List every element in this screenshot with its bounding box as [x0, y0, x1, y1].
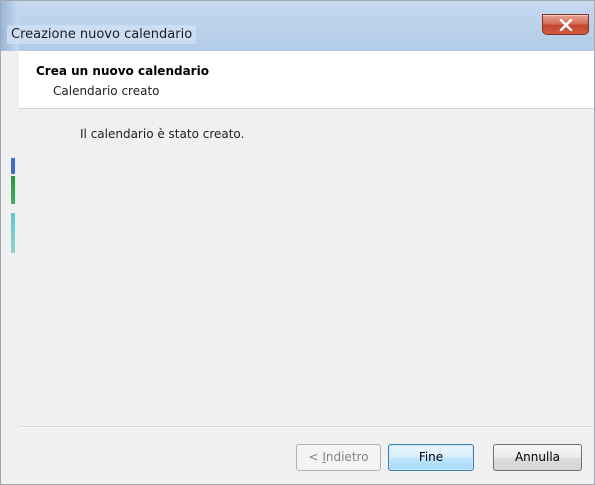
wizard-title: Crea un nuovo calendario: [36, 64, 209, 78]
window-title: Creazione nuovo calendario: [7, 25, 197, 44]
wizard-header: Crea un nuovo calendario Calendario crea…: [19, 51, 594, 109]
footer-separator: [19, 426, 594, 428]
back-button[interactable]: < Indietro: [296, 444, 381, 471]
left-background-strip: [1, 108, 19, 428]
back-button-prefix: <: [308, 450, 323, 464]
title-bar[interactable]: Creazione nuovo calendario: [1, 1, 594, 51]
close-button[interactable]: [542, 14, 589, 35]
background-accent: [11, 176, 15, 204]
wizard-subtitle: Calendario creato: [53, 84, 160, 98]
dialog-window: Creazione nuovo calendario Crea un nuovo…: [0, 0, 595, 485]
close-icon: [559, 19, 573, 31]
background-accent: [11, 213, 15, 253]
background-accent: [11, 158, 15, 174]
finish-button[interactable]: Fine: [388, 444, 474, 471]
back-button-label: ndietro: [325, 450, 369, 464]
status-message: Il calendario è stato creato.: [80, 127, 245, 141]
cancel-button[interactable]: Annulla: [493, 444, 582, 471]
